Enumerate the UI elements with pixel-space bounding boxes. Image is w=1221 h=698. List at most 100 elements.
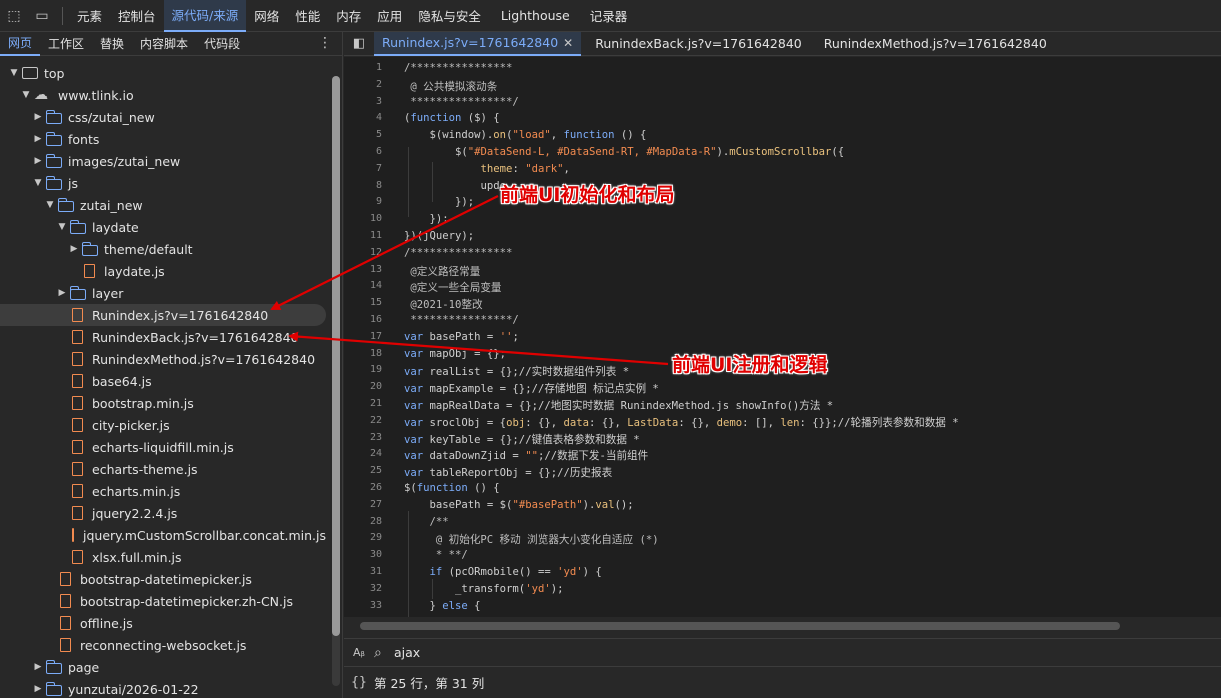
expanded-arrow-icon[interactable]: ▼ — [56, 222, 68, 232]
tab-network[interactable]: 网络 — [246, 0, 287, 32]
tree-item-file[interactable]: base64.js — [0, 370, 326, 392]
tab-performance[interactable]: 性能 — [287, 0, 328, 32]
tab-application[interactable]: 应用 — [369, 0, 410, 32]
line-number[interactable]: 21 — [344, 398, 382, 409]
tree-item-file[interactable]: echarts-liquidfill.min.js — [0, 436, 326, 458]
editor-tab-runindexmethod[interactable]: RunindexMethod.js?v=1761642840 — [816, 32, 1055, 56]
line-number[interactable]: 23 — [344, 432, 382, 443]
tab-lighthouse[interactable]: Lighthouse — [489, 0, 582, 32]
line-number[interactable]: 24 — [344, 448, 382, 459]
line-number[interactable]: 31 — [344, 566, 382, 577]
more-options-icon[interactable]: ⋮ — [318, 35, 332, 51]
line-number[interactable]: 5 — [344, 129, 382, 140]
collapsed-arrow-icon[interactable]: ▶ — [32, 662, 44, 672]
collapsed-arrow-icon[interactable]: ▶ — [68, 244, 80, 254]
line-number[interactable]: 14 — [344, 280, 382, 291]
line-number[interactable]: 8 — [344, 180, 382, 191]
line-number[interactable]: 6 — [344, 146, 382, 157]
tree-item-folder[interactable]: ▶ fonts — [0, 128, 326, 150]
editor-tab-runindex[interactable]: Runindex.js?v=1761642840 ✕ — [374, 31, 582, 56]
tree-item-folder[interactable]: ▶ css/zutai_new — [0, 106, 326, 128]
tab-recorder[interactable]: 记录器 — [582, 0, 636, 32]
line-number[interactable]: 16 — [344, 314, 382, 325]
horizontal-scrollbar-thumb[interactable] — [360, 622, 1120, 630]
tree-item-file[interactable]: bootstrap.min.js — [0, 392, 326, 414]
line-number[interactable]: 7 — [344, 163, 382, 174]
tree-item-file[interactable]: laydate.js — [0, 260, 326, 282]
line-number[interactable]: 10 — [344, 213, 382, 224]
device-toggle-icon[interactable]: ▭ — [28, 0, 56, 32]
expanded-arrow-icon[interactable]: ▼ — [44, 200, 56, 210]
tree-item-file[interactable]: offline.js — [0, 612, 326, 634]
collapsed-arrow-icon[interactable]: ▶ — [56, 288, 68, 298]
line-number[interactable]: 15 — [344, 297, 382, 308]
code-editor[interactable]: 1 /**************** 2 @ 公共模拟滚动条 3 *********… — [344, 57, 1221, 617]
line-number[interactable]: 29 — [344, 532, 382, 543]
pretty-print-icon[interactable]: {} — [344, 675, 374, 690]
line-number[interactable]: 25 — [344, 465, 382, 476]
tree-item-folder[interactable]: ▶ yunzutai/2026-01-22 — [0, 678, 326, 698]
line-number[interactable]: 17 — [344, 331, 382, 342]
line-number[interactable]: 18 — [344, 348, 382, 359]
tree-item-folder[interactable]: ▶ theme/default — [0, 238, 326, 260]
tree-item-file[interactable]: jquery.mCustomScrollbar.concat.min.js — [0, 524, 326, 546]
tree-item-folder[interactable]: ▼ js — [0, 172, 326, 194]
tab-workspace[interactable]: 工作区 — [40, 32, 92, 56]
tab-page[interactable]: 网页 — [0, 32, 41, 56]
tab-elements[interactable]: 元素 — [69, 0, 110, 32]
line-number[interactable]: 20 — [344, 381, 382, 392]
tab-snippets[interactable]: 代码段 — [196, 32, 248, 56]
tab-overrides[interactable]: 替换 — [92, 32, 132, 56]
navigator-scrollbar[interactable] — [332, 76, 340, 686]
collapsed-arrow-icon[interactable]: ▶ — [32, 134, 44, 144]
expanded-arrow-icon[interactable]: ▼ — [32, 178, 44, 188]
tree-item-file[interactable]: bootstrap-datetimepicker.js — [0, 568, 326, 590]
tree-item-folder[interactable]: ▼ laydate — [0, 216, 326, 238]
line-number[interactable]: 13 — [344, 264, 382, 275]
tab-sources[interactable]: 源代码/来源 — [163, 0, 247, 32]
line-number[interactable]: 32 — [344, 583, 382, 594]
tree-item-file[interactable]: RunindexBack.js?v=1761642840 — [0, 326, 326, 348]
collapsed-arrow-icon[interactable]: ▶ — [32, 112, 44, 122]
tree-item-file[interactable]: echarts-theme.js — [0, 458, 326, 480]
line-number[interactable]: 28 — [344, 516, 382, 527]
line-number[interactable]: 30 — [344, 549, 382, 560]
tree-item-file[interactable]: RunindexMethod.js?v=1761642840 — [0, 348, 326, 370]
tab-console[interactable]: 控制台 — [110, 0, 164, 32]
tree-item-domain[interactable]: ▼ ☁ www.tlink.io — [0, 84, 326, 106]
toggle-navigator-icon[interactable]: ◧ — [344, 32, 374, 56]
line-number[interactable]: 33 — [344, 600, 382, 611]
tree-item-file[interactable]: city-picker.js — [0, 414, 326, 436]
match-case-icon[interactable]: Aᵦ — [344, 646, 374, 659]
tree-item-folder[interactable]: ▶ images/zutai_new — [0, 150, 326, 172]
scrollbar-thumb[interactable] — [332, 76, 340, 636]
line-number[interactable]: 1 — [344, 62, 382, 73]
tree-item-file-selected[interactable]: Runindex.js?v=1761642840 — [0, 304, 326, 326]
line-number[interactable]: 26 — [344, 482, 382, 493]
line-number[interactable]: 19 — [344, 364, 382, 375]
line-number[interactable]: 12 — [344, 247, 382, 258]
editor-tab-runindexback[interactable]: RunindexBack.js?v=1761642840 — [587, 32, 810, 56]
tab-privacy-security[interactable]: 隐私与安全 — [410, 0, 489, 32]
tree-item-top[interactable]: ▼ top — [0, 62, 326, 84]
line-number[interactable]: 27 — [344, 499, 382, 510]
tree-item-folder[interactable]: ▶ layer — [0, 282, 326, 304]
line-number[interactable]: 2 — [344, 79, 382, 90]
expanded-arrow-icon[interactable]: ▼ — [20, 90, 32, 100]
tree-item-folder[interactable]: ▼ zutai_new — [0, 194, 326, 216]
line-number[interactable]: 4 — [344, 112, 382, 123]
tree-item-file[interactable]: jquery2.2.4.js — [0, 502, 326, 524]
tree-item-file[interactable]: xlsx.full.min.js — [0, 546, 326, 568]
tree-item-file[interactable]: bootstrap-datetimepicker.zh-CN.js — [0, 590, 326, 612]
line-number[interactable]: 22 — [344, 415, 382, 426]
line-number[interactable]: 11 — [344, 230, 382, 241]
expanded-arrow-icon[interactable]: ▼ — [8, 68, 20, 78]
tree-item-folder[interactable]: ▶ page — [0, 656, 326, 678]
tab-memory[interactable]: 内存 — [328, 0, 369, 32]
line-number[interactable]: 3 — [344, 96, 382, 107]
collapsed-arrow-icon[interactable]: ▶ — [32, 684, 44, 694]
tab-content-scripts[interactable]: 内容脚本 — [132, 32, 196, 56]
tree-item-file[interactable]: echarts.min.js — [0, 480, 326, 502]
search-input[interactable]: ajax — [394, 645, 420, 660]
line-number[interactable]: 9 — [344, 196, 382, 207]
